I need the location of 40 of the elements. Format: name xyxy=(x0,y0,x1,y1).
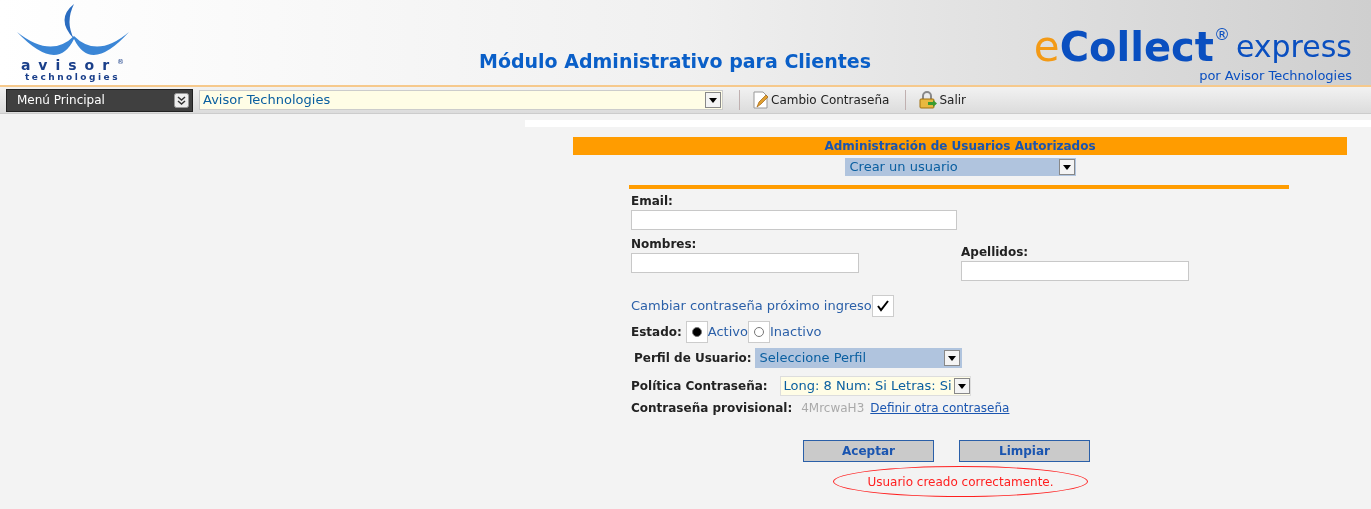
product-name: Collect xyxy=(1059,25,1214,69)
field-label: Nombres: xyxy=(631,236,698,253)
page-title: Módulo Administrativo para Clientes xyxy=(479,48,872,74)
field-label: Apellidos: xyxy=(961,244,1030,261)
registered-mark: ® xyxy=(1213,25,1230,45)
field-label: Email: xyxy=(631,193,674,210)
radio-button[interactable] xyxy=(748,321,770,343)
action-select[interactable]: Crear un usuario xyxy=(844,158,1076,176)
toolbar-button[interactable]: Cambio Contraseña xyxy=(753,91,890,109)
document-pencil-icon xyxy=(753,91,769,109)
policy-select[interactable]: Long: 8 Num: Si Letras: Si xyxy=(779,376,971,396)
toolbar-button[interactable]: Salir xyxy=(919,91,967,109)
profile-select[interactable]: Seleccione Perfil xyxy=(754,348,962,368)
text-field[interactable] xyxy=(631,210,957,230)
checkbox-label: Cambiar contraseña próximo ingreso xyxy=(631,297,872,316)
text-field[interactable] xyxy=(961,261,1189,281)
main-menu-button[interactable]: Menú Principal xyxy=(6,88,193,112)
field-label: Política Contraseña: xyxy=(631,378,768,395)
radio-button[interactable] xyxy=(685,321,708,343)
product-prefix: e xyxy=(1033,25,1060,69)
radio-label: Activo xyxy=(707,323,748,342)
field-label: Contraseña provisional: xyxy=(631,400,793,417)
text-field[interactable] xyxy=(631,253,859,273)
define-password-link[interactable]: Definir otra contraseña xyxy=(870,399,1010,417)
field-label: Perfil de Usuario: xyxy=(634,350,752,367)
section-title: Administración de Usuarios Autorizados xyxy=(573,137,1347,155)
radio-label: Inactivo xyxy=(770,323,822,342)
brand-subtitle: technologies xyxy=(25,72,120,82)
field-label: Estado: xyxy=(631,324,682,341)
company-select[interactable]: Avisor Technologies xyxy=(199,90,723,110)
lock-icon xyxy=(919,91,938,109)
brand-name: avisor xyxy=(20,59,118,72)
form-button[interactable]: Limpiar xyxy=(959,440,1090,462)
product-edition: express xyxy=(1235,28,1352,66)
check-icon xyxy=(876,300,889,312)
product-byline: por Avisor Technologies xyxy=(1199,69,1352,83)
form-button[interactable]: Aceptar xyxy=(803,440,934,462)
double-chevron-icon xyxy=(174,92,189,108)
temporary-password: 4MrcwaH3 xyxy=(801,400,865,417)
checkbox[interactable] xyxy=(871,295,894,317)
